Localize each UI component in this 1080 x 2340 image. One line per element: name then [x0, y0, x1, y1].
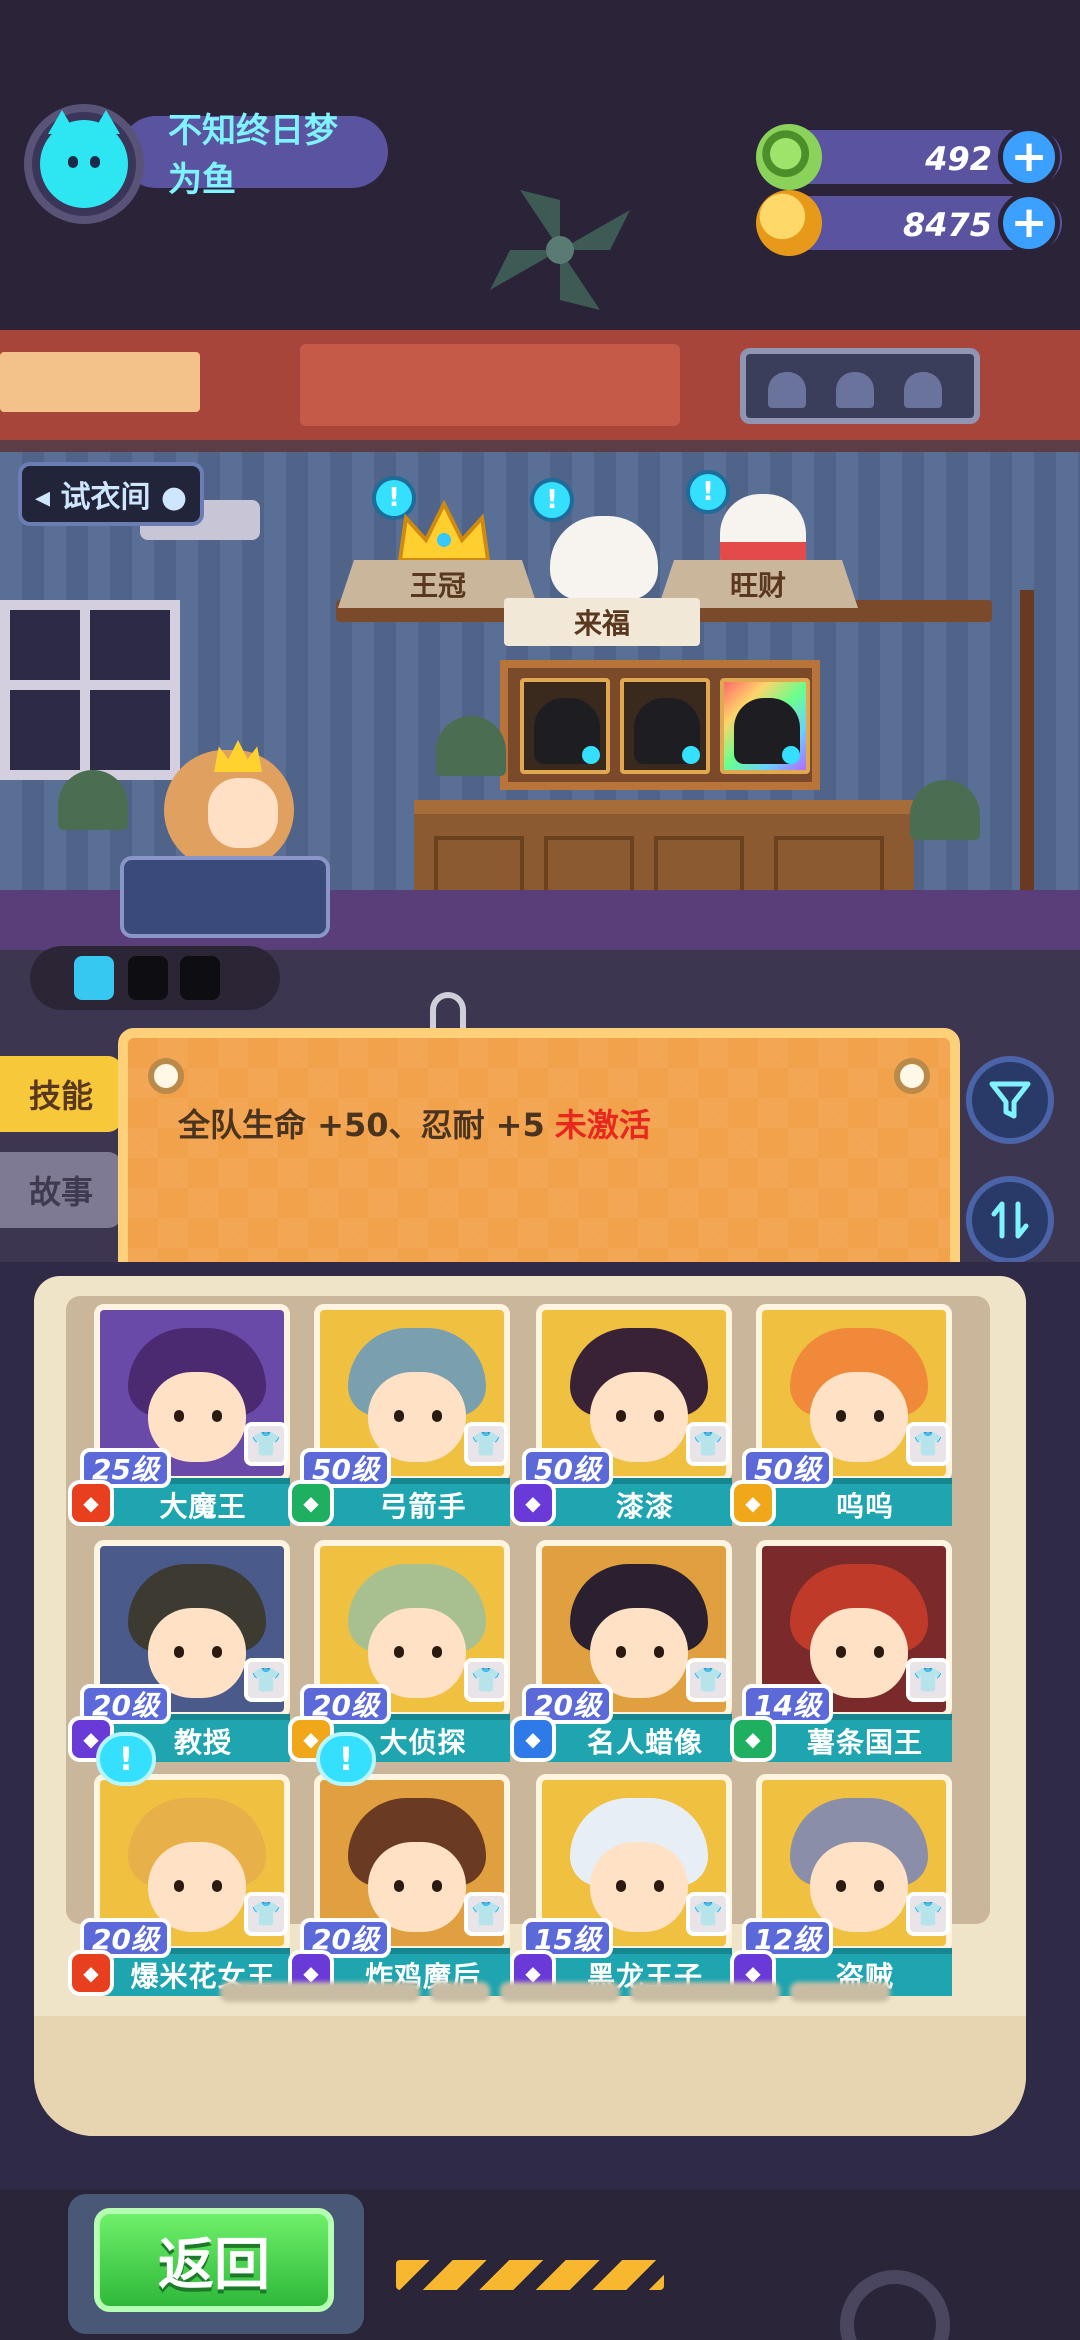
ghost-icon — [768, 372, 806, 408]
ghost-icon — [904, 372, 942, 408]
character-card[interactable]: 👕 爆米花女王 20级 ◆! — [68, 1732, 292, 1996]
planet-coin-icon — [756, 190, 822, 256]
back-button[interactable]: 返回 — [94, 2208, 334, 2312]
class-badge-icon: ◆ — [730, 1716, 776, 1762]
class-badge-icon: ◆ — [68, 1480, 114, 1526]
donut-count: 492 — [925, 140, 992, 178]
character-card[interactable]: 👕 呜呜 50级 ◆ — [730, 1304, 954, 1526]
ghost-display — [740, 348, 980, 424]
character-card[interactable]: 👕 炸鸡魔后 20级 ◆! — [288, 1732, 512, 1996]
filter-button[interactable] — [966, 1056, 1054, 1144]
planet-count: 8475 — [902, 206, 992, 244]
pet-tab-dog[interactable]: 来福 — [504, 598, 700, 646]
bonus-text: 全队生命 +50、忍耐 +5 未激活 — [178, 1100, 651, 1146]
currency-planet: 8475 + — [756, 190, 1062, 256]
locked-costume-slot[interactable] — [720, 678, 810, 774]
tab-skill[interactable]: 技能 — [0, 1056, 122, 1132]
class-badge-icon: ◆ — [510, 1480, 556, 1526]
outfit-icon[interactable]: 👕 — [244, 1658, 288, 1702]
class-badge-icon: ◆ — [288, 1480, 334, 1526]
cat-icon[interactable] — [720, 494, 806, 570]
character-card[interactable]: 👕 盗贼 12级 ◆ — [730, 1774, 954, 1996]
pet-alert-dog[interactable]: ! — [530, 478, 574, 522]
class-badge-icon: ◆ — [730, 1480, 776, 1526]
outfit-icon[interactable]: 👕 — [686, 1892, 730, 1936]
pet-alert-cat[interactable]: ! — [686, 470, 730, 514]
outfit-icon[interactable]: 👕 — [906, 1658, 950, 1702]
game-screen: 不知终日梦为鱼 492 + 8475 + ◂ 试衣间 ● ! ! ! 王冠 旺财… — [0, 0, 1080, 2340]
add-donut-button[interactable]: + — [998, 126, 1060, 188]
outfit-icon[interactable]: 👕 — [464, 1422, 508, 1466]
sort-button[interactable] — [966, 1176, 1054, 1264]
class-badge-icon: ◆ — [68, 1950, 114, 1996]
fitting-room-sign[interactable]: ◂ 试衣间 ● — [18, 462, 204, 526]
filter-icon — [989, 1081, 1031, 1119]
currency-donut: 492 + — [756, 124, 1062, 190]
class-badge-icon: ◆ — [510, 1716, 556, 1762]
outfit-icon[interactable]: 👕 — [686, 1658, 730, 1702]
outfit-icon[interactable]: 👕 — [686, 1422, 730, 1466]
donut-coin-icon — [756, 124, 822, 190]
character-card[interactable]: 👕 黑龙王子 15级 ◆ — [510, 1774, 734, 1996]
outfit-icon[interactable]: 👕 — [244, 1892, 288, 1936]
outfit-icon[interactable]: 👕 — [906, 1892, 950, 1936]
pin-icon — [894, 1058, 930, 1094]
hazard-stripe — [396, 2260, 664, 2290]
character-card[interactable]: 👕 名人蜡像 20级 ◆ — [510, 1540, 734, 1762]
empty-skill-slot[interactable] — [128, 956, 168, 1000]
tiara-icon — [214, 740, 262, 772]
sort-icon — [991, 1201, 1029, 1239]
dog-icon[interactable] — [550, 516, 658, 600]
add-planet-button[interactable]: + — [998, 192, 1060, 254]
character-card[interactable]: 👕 大魔王 25级 ◆ — [68, 1304, 292, 1526]
fan-icon — [490, 190, 630, 310]
player-avatar[interactable] — [24, 104, 144, 224]
outfit-icon[interactable]: 👕 — [244, 1422, 288, 1466]
outfit-icon[interactable]: 👕 — [906, 1422, 950, 1466]
pin-icon — [148, 1058, 184, 1094]
empty-skill-slot[interactable] — [180, 956, 220, 1000]
tab-story[interactable]: 故事 — [0, 1152, 122, 1228]
bonus-status: 未激活 — [554, 1106, 651, 1144]
lightning-icon[interactable] — [74, 956, 114, 1000]
sewing-machine — [120, 856, 330, 938]
fitting-room-label: ◂ 试衣间 ● — [34, 480, 188, 515]
cat-face-icon — [40, 110, 128, 208]
bonus-effect: 全队生命 +50、忍耐 +5 — [178, 1106, 545, 1144]
player-name[interactable]: 不知终日梦为鱼 — [120, 111, 388, 200]
crown-icon[interactable] — [396, 500, 492, 564]
blurred-caption — [220, 1982, 980, 2012]
window — [0, 600, 180, 780]
character-card[interactable]: 👕 弓箭手 50级 ◆ — [288, 1304, 512, 1526]
character-card[interactable]: 👕 薯条国王 14级 ◆ — [730, 1540, 954, 1762]
new-alert-icon[interactable]: ! — [316, 1732, 376, 1786]
character-card[interactable]: 👕 教授 20级 ◆ — [68, 1540, 292, 1762]
trophy-cabinet — [500, 660, 820, 790]
outfit-icon[interactable]: 👕 — [464, 1658, 508, 1702]
player-name-text: 不知终日梦为鱼 — [168, 111, 338, 200]
character-card[interactable]: 👕 大侦探 20级 ◆ — [288, 1540, 512, 1762]
locked-costume-slot[interactable] — [620, 678, 710, 774]
ghost-icon — [836, 372, 874, 408]
character-card[interactable]: 👕 漆漆 50级 ◆ — [510, 1304, 734, 1526]
locked-costume-slot[interactable] — [520, 678, 610, 774]
coat-rack — [1020, 590, 1034, 930]
outfit-icon[interactable]: 👕 — [464, 1892, 508, 1936]
character-grid: 👕 大魔王 25级 ◆ 👕 弓箭手 50级 ◆ 👕 漆漆 50级 ◆ 👕 呜呜 50级 ◆ 👕 教授 20级 ◆ 👕 大侦… — [66, 1296, 990, 1996]
vent-panel — [0, 352, 200, 412]
skill-slots — [30, 946, 280, 1010]
new-alert-icon[interactable]: ! — [96, 1732, 156, 1786]
